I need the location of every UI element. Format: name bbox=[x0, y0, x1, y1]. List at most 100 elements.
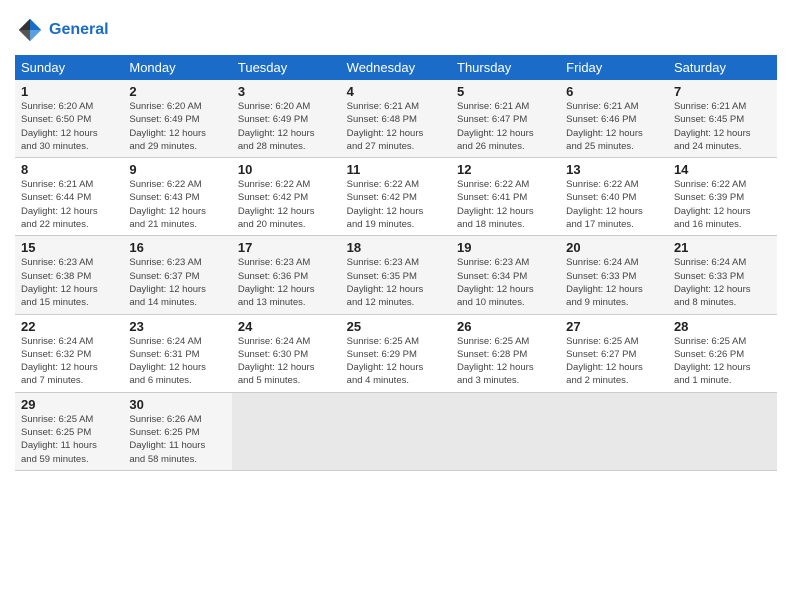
day-info: Sunrise: 6:24 AM Sunset: 6:32 PM Dayligh… bbox=[21, 335, 117, 388]
day-number: 7 bbox=[674, 84, 771, 99]
calendar-day-header: Tuesday bbox=[232, 55, 341, 80]
day-info: Sunrise: 6:21 AM Sunset: 6:48 PM Dayligh… bbox=[347, 100, 445, 153]
day-info: Sunrise: 6:20 AM Sunset: 6:49 PM Dayligh… bbox=[129, 100, 226, 153]
calendar-day-cell: 9Sunrise: 6:22 AM Sunset: 6:43 PM Daylig… bbox=[123, 158, 232, 236]
day-info: Sunrise: 6:21 AM Sunset: 6:46 PM Dayligh… bbox=[566, 100, 662, 153]
calendar-day-cell: 23Sunrise: 6:24 AM Sunset: 6:31 PM Dayli… bbox=[123, 314, 232, 392]
calendar-day-cell: 3Sunrise: 6:20 AM Sunset: 6:49 PM Daylig… bbox=[232, 80, 341, 158]
day-info: Sunrise: 6:22 AM Sunset: 6:42 PM Dayligh… bbox=[238, 178, 335, 231]
day-number: 1 bbox=[21, 84, 117, 99]
day-info: Sunrise: 6:25 AM Sunset: 6:29 PM Dayligh… bbox=[347, 335, 445, 388]
calendar-day-cell: 19Sunrise: 6:23 AM Sunset: 6:34 PM Dayli… bbox=[451, 236, 560, 314]
calendar-day-header: Friday bbox=[560, 55, 668, 80]
day-number: 4 bbox=[347, 84, 445, 99]
main-container: General SundayMondayTuesdayWednesdayThur… bbox=[0, 0, 792, 481]
day-number: 3 bbox=[238, 84, 335, 99]
calendar-day-header: Monday bbox=[123, 55, 232, 80]
calendar-day-cell: 12Sunrise: 6:22 AM Sunset: 6:41 PM Dayli… bbox=[451, 158, 560, 236]
calendar-week-row: 8Sunrise: 6:21 AM Sunset: 6:44 PM Daylig… bbox=[15, 158, 777, 236]
calendar-day-cell: 8Sunrise: 6:21 AM Sunset: 6:44 PM Daylig… bbox=[15, 158, 123, 236]
calendar-header-row: SundayMondayTuesdayWednesdayThursdayFrid… bbox=[15, 55, 777, 80]
day-number: 11 bbox=[347, 162, 445, 177]
calendar-day-cell: 10Sunrise: 6:22 AM Sunset: 6:42 PM Dayli… bbox=[232, 158, 341, 236]
day-number: 15 bbox=[21, 240, 117, 255]
day-info: Sunrise: 6:23 AM Sunset: 6:36 PM Dayligh… bbox=[238, 256, 335, 309]
day-number: 6 bbox=[566, 84, 662, 99]
day-number: 30 bbox=[129, 397, 226, 412]
day-info: Sunrise: 6:22 AM Sunset: 6:40 PM Dayligh… bbox=[566, 178, 662, 231]
calendar-week-row: 22Sunrise: 6:24 AM Sunset: 6:32 PM Dayli… bbox=[15, 314, 777, 392]
calendar-day-cell: 4Sunrise: 6:21 AM Sunset: 6:48 PM Daylig… bbox=[341, 80, 451, 158]
day-number: 9 bbox=[129, 162, 226, 177]
calendar-day-header: Saturday bbox=[668, 55, 777, 80]
calendar-day-cell: 28Sunrise: 6:25 AM Sunset: 6:26 PM Dayli… bbox=[668, 314, 777, 392]
day-number: 25 bbox=[347, 319, 445, 334]
day-info: Sunrise: 6:22 AM Sunset: 6:42 PM Dayligh… bbox=[347, 178, 445, 231]
calendar-day-header: Thursday bbox=[451, 55, 560, 80]
calendar-week-row: 1Sunrise: 6:20 AM Sunset: 6:50 PM Daylig… bbox=[15, 80, 777, 158]
day-info: Sunrise: 6:24 AM Sunset: 6:33 PM Dayligh… bbox=[674, 256, 771, 309]
calendar-week-row: 29Sunrise: 6:25 AM Sunset: 6:25 PM Dayli… bbox=[15, 392, 777, 470]
day-number: 17 bbox=[238, 240, 335, 255]
day-info: Sunrise: 6:24 AM Sunset: 6:33 PM Dayligh… bbox=[566, 256, 662, 309]
calendar-day-cell: 21Sunrise: 6:24 AM Sunset: 6:33 PM Dayli… bbox=[668, 236, 777, 314]
day-number: 24 bbox=[238, 319, 335, 334]
day-number: 26 bbox=[457, 319, 554, 334]
calendar-day-cell: 6Sunrise: 6:21 AM Sunset: 6:46 PM Daylig… bbox=[560, 80, 668, 158]
calendar-day-header: Sunday bbox=[15, 55, 123, 80]
day-info: Sunrise: 6:24 AM Sunset: 6:31 PM Dayligh… bbox=[129, 335, 226, 388]
day-number: 13 bbox=[566, 162, 662, 177]
day-number: 16 bbox=[129, 240, 226, 255]
logo: General bbox=[15, 15, 109, 45]
day-info: Sunrise: 6:20 AM Sunset: 6:49 PM Dayligh… bbox=[238, 100, 335, 153]
day-info: Sunrise: 6:22 AM Sunset: 6:43 PM Dayligh… bbox=[129, 178, 226, 231]
calendar-day-cell: 24Sunrise: 6:24 AM Sunset: 6:30 PM Dayli… bbox=[232, 314, 341, 392]
calendar-day-cell: 30Sunrise: 6:26 AM Sunset: 6:25 PM Dayli… bbox=[123, 392, 232, 470]
calendar-day-cell: 16Sunrise: 6:23 AM Sunset: 6:37 PM Dayli… bbox=[123, 236, 232, 314]
calendar-day-cell: 26Sunrise: 6:25 AM Sunset: 6:28 PM Dayli… bbox=[451, 314, 560, 392]
calendar-day-cell: 13Sunrise: 6:22 AM Sunset: 6:40 PM Dayli… bbox=[560, 158, 668, 236]
day-info: Sunrise: 6:20 AM Sunset: 6:50 PM Dayligh… bbox=[21, 100, 117, 153]
day-number: 5 bbox=[457, 84, 554, 99]
day-info: Sunrise: 6:23 AM Sunset: 6:34 PM Dayligh… bbox=[457, 256, 554, 309]
calendar-day-cell: 20Sunrise: 6:24 AM Sunset: 6:33 PM Dayli… bbox=[560, 236, 668, 314]
day-number: 12 bbox=[457, 162, 554, 177]
calendar-day-cell: 14Sunrise: 6:22 AM Sunset: 6:39 PM Dayli… bbox=[668, 158, 777, 236]
day-number: 18 bbox=[347, 240, 445, 255]
calendar-day-cell bbox=[560, 392, 668, 470]
day-info: Sunrise: 6:22 AM Sunset: 6:39 PM Dayligh… bbox=[674, 178, 771, 231]
calendar-day-cell: 25Sunrise: 6:25 AM Sunset: 6:29 PM Dayli… bbox=[341, 314, 451, 392]
calendar-body: 1Sunrise: 6:20 AM Sunset: 6:50 PM Daylig… bbox=[15, 80, 777, 470]
calendar-day-cell: 2Sunrise: 6:20 AM Sunset: 6:49 PM Daylig… bbox=[123, 80, 232, 158]
day-info: Sunrise: 6:25 AM Sunset: 6:27 PM Dayligh… bbox=[566, 335, 662, 388]
day-number: 8 bbox=[21, 162, 117, 177]
calendar-day-cell: 27Sunrise: 6:25 AM Sunset: 6:27 PM Dayli… bbox=[560, 314, 668, 392]
calendar-day-header: Wednesday bbox=[341, 55, 451, 80]
day-info: Sunrise: 6:21 AM Sunset: 6:47 PM Dayligh… bbox=[457, 100, 554, 153]
calendar-day-cell bbox=[341, 392, 451, 470]
calendar-day-cell: 1Sunrise: 6:20 AM Sunset: 6:50 PM Daylig… bbox=[15, 80, 123, 158]
day-number: 29 bbox=[21, 397, 117, 412]
calendar-day-cell: 22Sunrise: 6:24 AM Sunset: 6:32 PM Dayli… bbox=[15, 314, 123, 392]
day-number: 14 bbox=[674, 162, 771, 177]
day-info: Sunrise: 6:25 AM Sunset: 6:25 PM Dayligh… bbox=[21, 413, 117, 466]
calendar-day-cell: 29Sunrise: 6:25 AM Sunset: 6:25 PM Dayli… bbox=[15, 392, 123, 470]
day-number: 10 bbox=[238, 162, 335, 177]
day-info: Sunrise: 6:23 AM Sunset: 6:38 PM Dayligh… bbox=[21, 256, 117, 309]
calendar-day-cell bbox=[451, 392, 560, 470]
day-info: Sunrise: 6:22 AM Sunset: 6:41 PM Dayligh… bbox=[457, 178, 554, 231]
logo-icon bbox=[15, 15, 45, 45]
day-number: 21 bbox=[674, 240, 771, 255]
calendar-day-cell: 17Sunrise: 6:23 AM Sunset: 6:36 PM Dayli… bbox=[232, 236, 341, 314]
day-info: Sunrise: 6:25 AM Sunset: 6:28 PM Dayligh… bbox=[457, 335, 554, 388]
day-info: Sunrise: 6:21 AM Sunset: 6:45 PM Dayligh… bbox=[674, 100, 771, 153]
calendar-day-cell: 18Sunrise: 6:23 AM Sunset: 6:35 PM Dayli… bbox=[341, 236, 451, 314]
day-info: Sunrise: 6:24 AM Sunset: 6:30 PM Dayligh… bbox=[238, 335, 335, 388]
calendar-day-cell bbox=[668, 392, 777, 470]
calendar-day-cell: 11Sunrise: 6:22 AM Sunset: 6:42 PM Dayli… bbox=[341, 158, 451, 236]
day-number: 19 bbox=[457, 240, 554, 255]
day-info: Sunrise: 6:26 AM Sunset: 6:25 PM Dayligh… bbox=[129, 413, 226, 466]
day-number: 23 bbox=[129, 319, 226, 334]
day-number: 27 bbox=[566, 319, 662, 334]
logo-text: General bbox=[49, 21, 109, 39]
